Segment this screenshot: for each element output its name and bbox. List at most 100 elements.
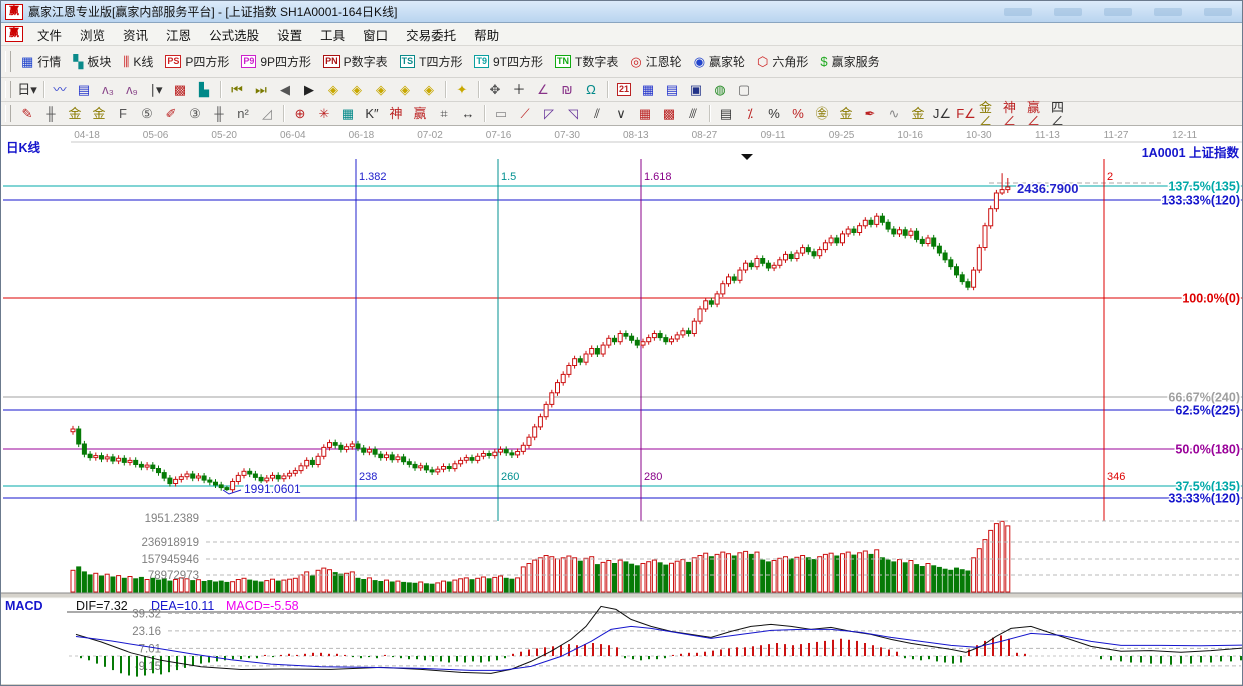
n-square-grid-tool[interactable]: n² [232,104,254,124]
menu-gann[interactable]: 江恩 [157,23,200,46]
four-angle-tool[interactable]: 四∠ [1051,101,1073,127]
quotes-button[interactable]: ▦ 行情 [15,51,67,72]
reset-diamond-button[interactable]: ◈ [418,80,440,100]
menu-browse[interactable]: 浏览 [71,23,114,46]
ruler-123-tool[interactable]: ⌗ [433,104,455,124]
plain-grid-tool[interactable]: ╫ [208,104,230,124]
period-day-dropdown[interactable]: 日▾ [16,80,38,100]
menu-trade-order[interactable]: 交易委托 [397,23,465,46]
hexagon-button[interactable]: ⬡ 六角形 [751,51,814,72]
nine-t-square-button[interactable]: T9 9T四方形 [468,51,549,72]
toolbar-drag-handle[interactable] [5,50,11,73]
gold-underline-tool[interactable]: 金 [907,104,929,124]
speed-lines-tool[interactable]: ⫽ [586,104,608,124]
circle-3-tool[interactable]: ③ [184,104,206,124]
expand-diamond-button[interactable]: ◈ [370,80,392,100]
volume-profile-tool[interactable]: ▙ [193,80,215,100]
save-button[interactable]: ▣ [685,80,707,100]
menu-file[interactable]: 文件 [28,23,71,46]
width-measure-tool[interactable]: ↔ [457,104,479,124]
zoom-out-diamond-button[interactable]: ◈ [322,80,344,100]
toolbar-drag-handle[interactable] [5,81,11,98]
gann-wheel-button[interactable]: ◎ 江恩轮 [624,51,687,72]
gold-grid-2-tool[interactable]: 金 [88,104,110,124]
gann-fan-tool[interactable]: Ω [580,80,602,100]
notes-button[interactable]: ▤ [661,80,683,100]
ray-fan-tool[interactable]: ⟋ [514,104,536,124]
menu-news[interactable]: 资讯 [114,23,157,46]
p-number-table-button[interactable]: PN P数字表 [317,51,394,72]
calculator-button[interactable]: ▦ [637,80,659,100]
wave-3-tool[interactable]: ʌ₃ [97,80,119,100]
pen-grid-tool[interactable]: ✐ [160,104,182,124]
ying-grid-tool[interactable]: 赢 [409,104,431,124]
p-square-button[interactable]: PS P四方形 [159,51,235,72]
star-circle-tool[interactable]: ✳ [313,104,335,124]
wave-9-tool[interactable]: ʌ₉ [121,80,143,100]
menu-window[interactable]: 窗口 [354,23,397,46]
j-angle-tool[interactable]: J∠ [931,104,953,124]
fib-grid-tool[interactable]: F [112,104,134,124]
toolbar-drag-handle[interactable] [5,105,11,122]
f10-info-tool[interactable]: ▤ [73,80,95,100]
red-grid-2-tool[interactable]: ▩ [658,104,680,124]
fan-box-2-tool[interactable]: ◹ [562,104,584,124]
first-screen-button[interactable]: ⏮ [226,80,248,100]
parallel-lines-tool[interactable]: ⫻ [682,104,704,124]
shrink-diamond-button[interactable]: ◈ [394,80,416,100]
sectors-button[interactable]: ▚ 板块 [67,51,117,72]
mirror-angle-tool[interactable]: ◿ [256,104,278,124]
gold-line-tool[interactable]: 金 [835,104,857,124]
winner-service-button[interactable]: $ 赢家服务 [814,51,885,72]
winner-wheel-button[interactable]: ◉ 赢家轮 [688,51,751,72]
zoom-in-diamond-button[interactable]: ◈ [346,80,368,100]
t-number-table-button[interactable]: TN T数字表 [549,51,624,72]
brush-pen-tool[interactable]: ✒ [859,104,881,124]
zigzag-tool[interactable]: ∨ [610,104,632,124]
fan-box-1-tool[interactable]: ◸ [538,104,560,124]
ying-angle-tool[interactable]: 赢∠ [1027,101,1049,127]
f-angle-tool[interactable]: F∠ [955,104,977,124]
gold-circle-tool[interactable]: ㊎ [811,104,833,124]
nine-p-square-button[interactable]: P9 9P四方形 [235,51,317,72]
move-diamond-button[interactable]: ✦ [451,80,473,100]
k-mark-tool[interactable]: K″ [361,104,383,124]
menu-formula-stock-pick[interactable]: 公式选股 [200,23,268,46]
draw-pen-tool[interactable]: ✎ [16,104,38,124]
shen-angle-tool[interactable]: 神∠ [1003,101,1025,127]
red-grid-1-tool[interactable]: ▦ [634,104,656,124]
rect-tool[interactable]: ▭ [490,104,512,124]
wave-overlay-tool[interactable]: ∿ [883,104,905,124]
gold-angle-tool[interactable]: 金∠ [979,101,1001,127]
percent-tool[interactable]: % [763,104,785,124]
kline-pattern-tool[interactable]: ▩ [169,80,191,100]
percent-support-tool[interactable]: ⁒ [739,104,761,124]
next-screen-button[interactable]: ▶ [298,80,320,100]
angle-measure-tool[interactable]: ∠ [532,80,554,100]
calendar-button[interactable]: 21 [613,80,635,100]
last-screen-button[interactable]: ⏭ [250,80,272,100]
gold-grid-1-tool[interactable]: 金 [64,104,86,124]
spiral-5-tool[interactable]: ⑤ [136,104,158,124]
hand-tool[interactable]: ✥ [484,80,506,100]
menu-settings[interactable]: 设置 [268,23,311,46]
single-kline-dropdown[interactable]: ∣▾ [145,80,167,100]
panel-separator[interactable] [1,593,1243,598]
menu-help[interactable]: 帮助 [465,23,508,46]
gann-shape-tool[interactable]: ₪ [556,80,578,100]
crosshair-tool[interactable]: ＋ [508,80,530,100]
circle-cross-tool[interactable]: ⊕ [289,104,311,124]
kline-button[interactable]: ⫼ K线 [117,51,159,72]
stats-table-tool[interactable]: ▤ [715,104,737,124]
t-square-button[interactable]: TS T四方形 [394,51,469,72]
grid-box-tool[interactable]: ▦ [337,104,359,124]
prev-screen-button[interactable]: ◀ [274,80,296,100]
percent-line-tool[interactable]: % [787,104,809,124]
web-data-button[interactable]: ◍ [709,80,731,100]
remote-pc-button[interactable]: ▢ [733,80,755,100]
shen-grid-tool[interactable]: 神 [385,104,407,124]
gann-grid-tool[interactable]: ╫ [40,104,62,124]
menu-tools[interactable]: 工具 [311,23,354,46]
trend-curve-tool[interactable]: 〰 [49,80,71,100]
kline-chart[interactable]: 04-18 05-06 05-20 06-04 06-18 07-02 07-16 07-30… [1,126,1243,686]
